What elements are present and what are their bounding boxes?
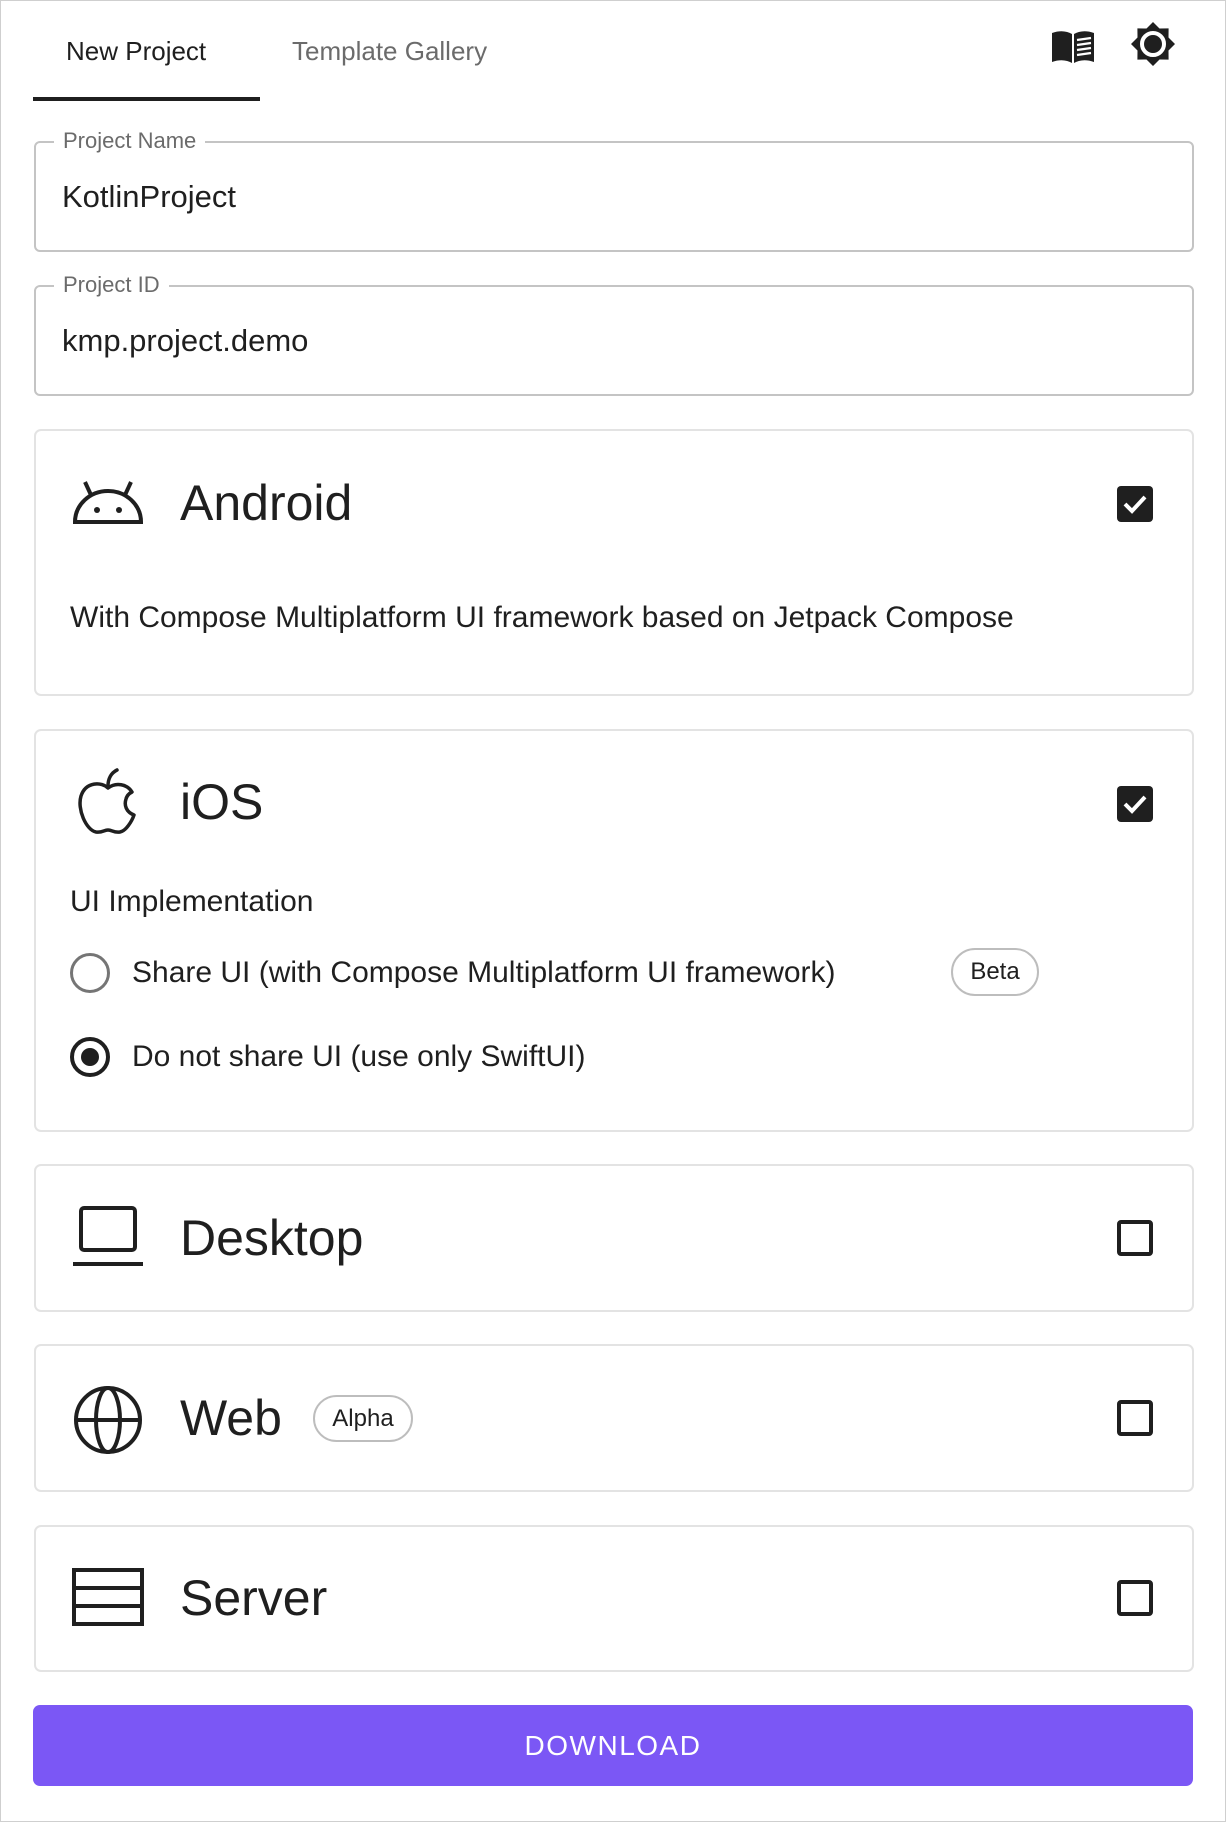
check-icon	[1123, 795, 1147, 814]
tab-new-project[interactable]: New Project	[66, 33, 206, 69]
project-name-label: Project Name	[54, 128, 206, 154]
book-icon[interactable]	[1050, 29, 1096, 65]
platform-title-ios: iOS	[180, 774, 264, 830]
project-name-input[interactable]	[62, 177, 1172, 217]
android-description: With Compose Multiplatform UI framework …	[70, 601, 1014, 634]
desktop-checkbox[interactable]	[1117, 1220, 1153, 1256]
project-name-field: Project Name	[34, 128, 1194, 252]
active-tab-indicator	[33, 97, 260, 101]
android-checkbox[interactable]	[1117, 486, 1153, 522]
tab-template-gallery[interactable]: Template Gallery	[292, 33, 487, 69]
ui-implementation-heading: UI Implementation	[70, 885, 314, 918]
platform-title-android: Android	[180, 475, 353, 531]
android-icon	[72, 468, 144, 540]
platform-card-server: Server	[34, 1525, 1194, 1672]
project-id-input[interactable]	[62, 321, 1172, 361]
ios-checkbox[interactable]	[1117, 786, 1153, 822]
download-button[interactable]: DOWNLOAD	[33, 1705, 1193, 1786]
check-icon	[1123, 495, 1147, 514]
server-icon	[72, 1562, 144, 1634]
share-ui-label[interactable]: Share UI (with Compose Multiplatform UI …	[132, 955, 836, 991]
platform-card-ios: iOS UI Implementation Share UI (with Com…	[34, 729, 1194, 1132]
share-ui-radio[interactable]	[70, 953, 110, 993]
globe-icon	[72, 1382, 144, 1454]
platform-title-server: Server	[180, 1570, 328, 1626]
server-checkbox[interactable]	[1117, 1580, 1153, 1616]
platform-card-web: Web Alpha	[34, 1344, 1194, 1492]
laptop-icon	[72, 1202, 144, 1274]
platform-title-desktop: Desktop	[180, 1210, 364, 1266]
apple-icon	[72, 766, 144, 838]
platform-card-desktop: Desktop	[34, 1164, 1194, 1312]
project-id-label: Project ID	[54, 272, 169, 298]
do-not-share-ui-radio[interactable]	[70, 1037, 110, 1077]
project-id-field: Project ID	[34, 272, 1194, 396]
beta-badge: Beta	[951, 948, 1039, 996]
alpha-badge: Alpha	[313, 1395, 413, 1442]
platform-card-android: Android With Compose Multiplatform UI fr…	[34, 429, 1194, 696]
web-checkbox[interactable]	[1117, 1400, 1153, 1436]
do-not-share-ui-label[interactable]: Do not share UI (use only SwiftUI)	[132, 1039, 586, 1075]
platform-title-web: Web	[180, 1390, 282, 1446]
brightness-icon[interactable]	[1131, 22, 1175, 66]
